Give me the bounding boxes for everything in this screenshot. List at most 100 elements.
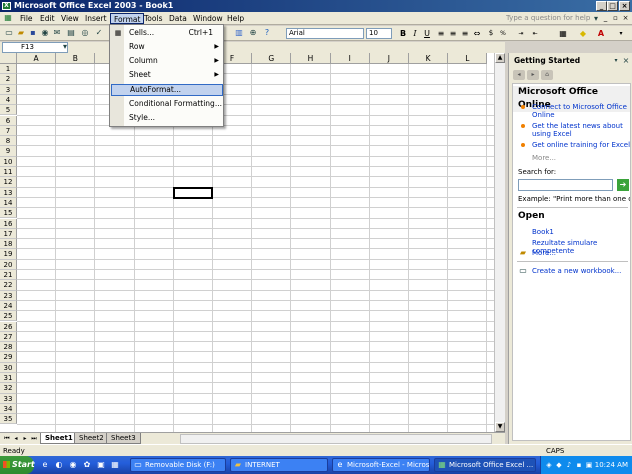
menu-view[interactable]: View [58,13,82,24]
menu-tools[interactable]: Tools [141,13,165,24]
worksheet-grid[interactable]: ABCDEFGHIJKL1234567891011121314151617181… [0,53,505,432]
ask-dropdown-icon[interactable]: ▾ [591,14,601,24]
row-header-8[interactable]: 8 [0,136,17,147]
row-header-33[interactable]: 33 [0,393,17,404]
row-header-25[interactable]: 25 [0,311,17,322]
search-go-icon[interactable]: ➔ [617,179,629,191]
row-header-14[interactable]: 14 [0,197,17,209]
toolbar-options-icon[interactable]: ▾ [616,28,626,39]
task-internet-folder[interactable]: ▰ INTERNET [230,458,328,472]
task-pane-search-input[interactable] [518,179,613,191]
next-sheet-icon[interactable]: ▸ [21,435,29,443]
print-icon[interactable]: ▤ [66,28,76,38]
media-quicklaunch-icon[interactable]: ◉ [68,460,78,470]
row-header-1[interactable]: 1 [0,64,17,75]
row-header-28[interactable]: 28 [0,342,17,353]
link-online-training[interactable]: Get online training for Excel [532,141,630,149]
column-header-k[interactable]: K [409,53,449,64]
task-excel[interactable]: ▦ Microsoft Office Excel ... [434,458,536,472]
column-header-l[interactable]: L [448,53,488,64]
menu-item-row[interactable]: Row ▶ [111,41,223,53]
sheet-tab-1[interactable]: Sheet1 [40,433,78,444]
menu-file[interactable]: File [17,13,36,24]
percent-icon[interactable]: % [498,28,508,39]
borders-icon[interactable]: ▦ [558,28,568,39]
increase-indent-icon[interactable]: ⇥ [516,28,526,39]
row-header-35[interactable]: 35 [0,414,17,425]
active-cell[interactable] [172,186,213,199]
row-header-15[interactable]: 15 [0,208,17,219]
ie-quicklaunch-icon[interactable]: e [40,460,50,470]
menu-data[interactable]: Data [166,13,190,24]
namebox-dropdown-icon[interactable]: ▾ [60,42,70,52]
row-header-12[interactable]: 12 [0,177,17,188]
ask-question-box[interactable]: Type a question for help [506,13,592,24]
row-header-23[interactable]: 23 [0,290,17,301]
decrease-indent-icon[interactable]: ⇤ [530,28,540,39]
explorer-quicklaunch-icon[interactable]: ◐ [54,460,64,470]
bold-button[interactable]: B [398,28,408,39]
row-header-31[interactable]: 31 [0,373,17,384]
row-header-30[interactable]: 30 [0,362,17,373]
menu-item-cells[interactable]: ▦ Cells... Ctrl+1 [111,27,223,39]
sheet-tab-2[interactable]: Sheet2 [74,433,109,444]
scroll-down-icon[interactable]: ▼ [495,422,505,432]
link-latest-news[interactable]: Get the latest news about using Excel [532,122,630,138]
task-pane-back-icon[interactable]: ◂ [513,70,525,80]
doc-close-button[interactable]: × [621,14,630,23]
row-header-27[interactable]: 27 [0,331,17,343]
merge-center-icon[interactable]: ⇔ [472,28,482,39]
excel-doc-icon[interactable]: ▦ [3,13,13,23]
permission-icon[interactable]: ◉ [40,28,50,38]
task-pane-menu-icon[interactable]: ▾ [611,56,621,66]
menu-format[interactable]: Format [110,13,145,24]
open-icon[interactable]: ▰ [16,28,26,38]
zoom-icon[interactable]: ⊕ [248,28,258,38]
email-icon[interactable]: ✉ [52,28,62,38]
row-header-6[interactable]: 6 [0,115,17,126]
create-workbook-link[interactable]: Create a new workbook... [532,267,630,275]
align-center-icon[interactable]: ≡ [448,28,458,39]
menu-item-conditional-formatting[interactable]: Conditional Formatting... [111,98,223,110]
desktop-quicklaunch-icon[interactable]: ▣ [96,460,106,470]
font-name-select[interactable]: Arial [286,28,364,39]
task-pane-close-icon[interactable]: × [621,56,631,66]
close-button[interactable]: × [619,1,630,11]
italic-button[interactable]: I [410,28,420,39]
online-more-link[interactable]: More... [532,154,630,162]
menu-window[interactable]: Window [190,13,226,24]
row-header-10[interactable]: 10 [0,156,17,167]
help-icon[interactable]: ? [262,28,272,38]
row-header-13[interactable]: 13 [0,187,17,198]
minimize-button[interactable]: _ [596,1,607,11]
row-header-11[interactable]: 11 [0,167,17,178]
column-header-h[interactable]: H [291,53,331,64]
row-header-16[interactable]: 16 [0,218,17,229]
spelling-icon[interactable]: ✓ [94,28,104,38]
font-color-icon[interactable]: A [596,28,606,39]
row-header-7[interactable]: 7 [0,125,17,137]
column-header-a[interactable]: A [17,53,57,64]
excel-app-icon[interactable]: X [2,2,11,10]
menu-insert[interactable]: Insert [82,13,110,24]
column-header-i[interactable]: I [330,53,370,64]
volume-icon[interactable]: ♪ [565,461,573,469]
sheet-tab-3[interactable]: Sheet3 [106,433,141,444]
save-icon[interactable]: ▪ [28,28,38,38]
row-header-9[interactable]: 9 [0,146,17,157]
row-header-19[interactable]: 19 [0,249,17,260]
maximize-button[interactable]: □ [607,1,618,11]
row-header-4[interactable]: 4 [0,94,17,106]
task-pane-forward-icon[interactable]: ▸ [527,70,539,80]
menu-edit[interactable]: Edit [37,13,58,24]
antivirus-icon[interactable]: ◆ [555,461,563,469]
start-button[interactable]: Start [0,456,35,474]
currency-icon[interactable]: $ [486,28,496,39]
row-header-2[interactable]: 2 [0,74,17,85]
vertical-scrollbar[interactable]: ▲ ▼ [494,53,505,432]
row-header-3[interactable]: 3 [0,84,17,95]
column-header-j[interactable]: J [369,53,409,64]
scroll-up-icon[interactable]: ▲ [495,53,505,63]
menu-item-column[interactable]: Column ▶ [111,55,223,67]
menu-item-style[interactable]: Style... [111,112,223,124]
